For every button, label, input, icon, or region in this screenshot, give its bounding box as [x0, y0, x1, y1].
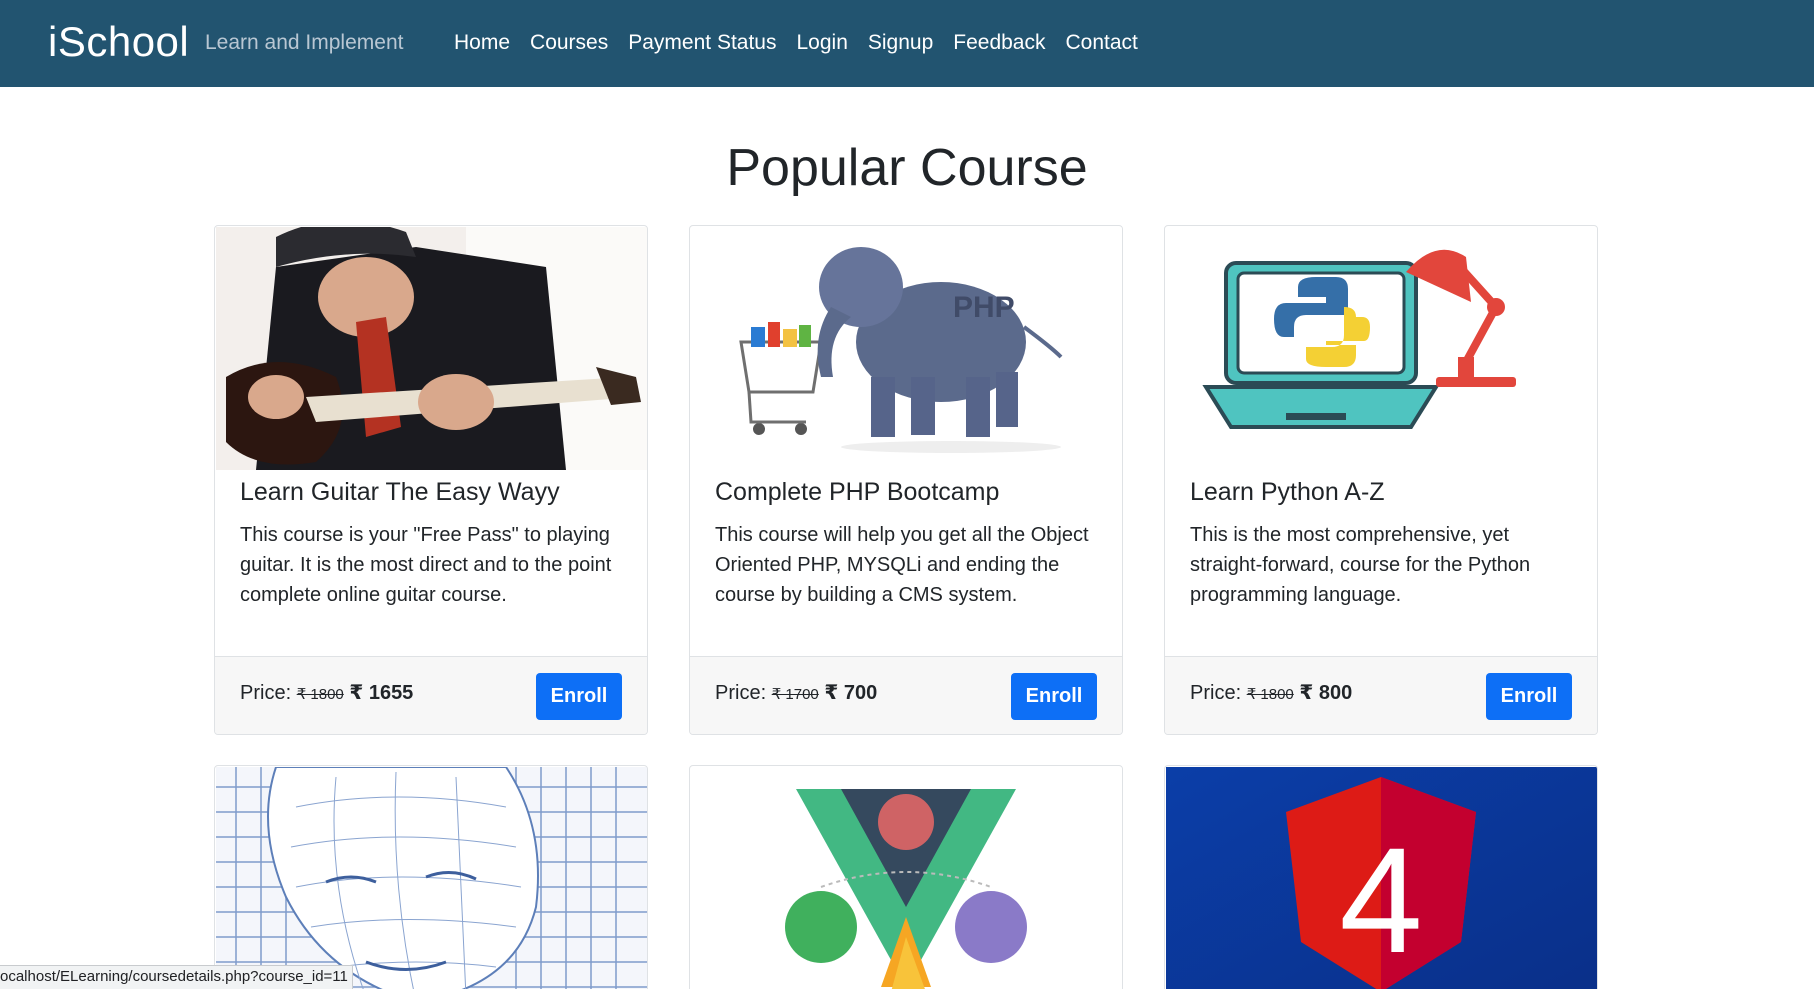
- navbar: iSchool Learn and Implement Home Courses…: [0, 0, 1814, 87]
- course-card[interactable]: 4: [1164, 765, 1598, 989]
- course-title[interactable]: Learn Guitar The Easy Wayy: [240, 476, 560, 508]
- old-price: ₹ 1700: [771, 686, 819, 703]
- angular-4-image[interactable]: 4: [1166, 767, 1597, 989]
- new-price: ₹ 700: [824, 682, 878, 704]
- enroll-button[interactable]: Enroll: [536, 673, 622, 720]
- nav-signup[interactable]: Signup: [868, 28, 933, 58]
- course-description: This course will help you get all the Ob…: [715, 524, 1089, 606]
- nav-links: Home Courses Payment Status Login Signup…: [454, 28, 1158, 58]
- course-card[interactable]: PHP Complete PHP Bootcamp This course wi…: [689, 225, 1123, 735]
- status-bar-url: ocalhost/ELearning/coursedetails.php?cou…: [0, 965, 353, 989]
- enroll-button[interactable]: Enroll: [1011, 673, 1097, 720]
- vue-firebase-image[interactable]: [691, 767, 1122, 989]
- price: Price: ₹ 1800 ₹ 800: [1190, 679, 1352, 709]
- nav-payment-status[interactable]: Payment Status: [628, 28, 776, 58]
- old-price: ₹ 1800: [296, 686, 344, 703]
- course-title[interactable]: Complete PHP Bootcamp: [715, 476, 999, 508]
- nav-feedback[interactable]: Feedback: [953, 28, 1045, 58]
- course-card[interactable]: Learn Python A-Z This is the most compre…: [1164, 225, 1598, 735]
- new-price: ₹ 800: [1299, 682, 1353, 704]
- price-label: Price:: [240, 682, 292, 704]
- brand-tagline: Learn and Implement: [205, 31, 404, 54]
- card-footer: Price: ₹ 1700 ₹ 700 Enroll: [690, 656, 1122, 734]
- angular-4-text: 4: [1339, 816, 1422, 984]
- price: Price: ₹ 1700 ₹ 700: [715, 679, 877, 709]
- nav-contact[interactable]: Contact: [1066, 28, 1138, 58]
- nav-login[interactable]: Login: [796, 28, 847, 58]
- wireframe-face-image[interactable]: [216, 767, 647, 989]
- card-footer: Price: ₹ 1800 ₹ 800 Enroll: [1165, 656, 1597, 734]
- brand-logo[interactable]: iSchool: [48, 18, 189, 66]
- old-price: ₹ 1800: [1246, 686, 1294, 703]
- nav-home[interactable]: Home: [454, 28, 510, 58]
- guitar-player-image[interactable]: [216, 227, 647, 470]
- price: Price: ₹ 1800 ₹ 1655: [240, 679, 413, 709]
- php-text: PHP: [953, 291, 1015, 324]
- python-laptop-image[interactable]: [1166, 227, 1597, 470]
- price-label: Price:: [715, 682, 767, 704]
- course-description: This is the most comprehensive, yet stra…: [1190, 524, 1531, 606]
- course-card[interactable]: [214, 765, 648, 989]
- course-title[interactable]: Learn Python A-Z: [1190, 476, 1385, 508]
- course-description: This course is your "Free Pass" to playi…: [240, 524, 612, 606]
- course-card[interactable]: [689, 765, 1123, 989]
- page-title: Popular Course: [726, 139, 1088, 197]
- new-price: ₹ 1655: [349, 682, 414, 704]
- course-card[interactable]: Learn Guitar The Easy Wayy This course i…: [214, 225, 648, 735]
- card-footer: Price: ₹ 1800 ₹ 1655 Enroll: [215, 656, 647, 734]
- enroll-button[interactable]: Enroll: [1486, 673, 1572, 720]
- php-elephant-image[interactable]: PHP: [691, 227, 1122, 470]
- nav-courses[interactable]: Courses: [530, 28, 608, 58]
- price-label: Price:: [1190, 682, 1242, 704]
